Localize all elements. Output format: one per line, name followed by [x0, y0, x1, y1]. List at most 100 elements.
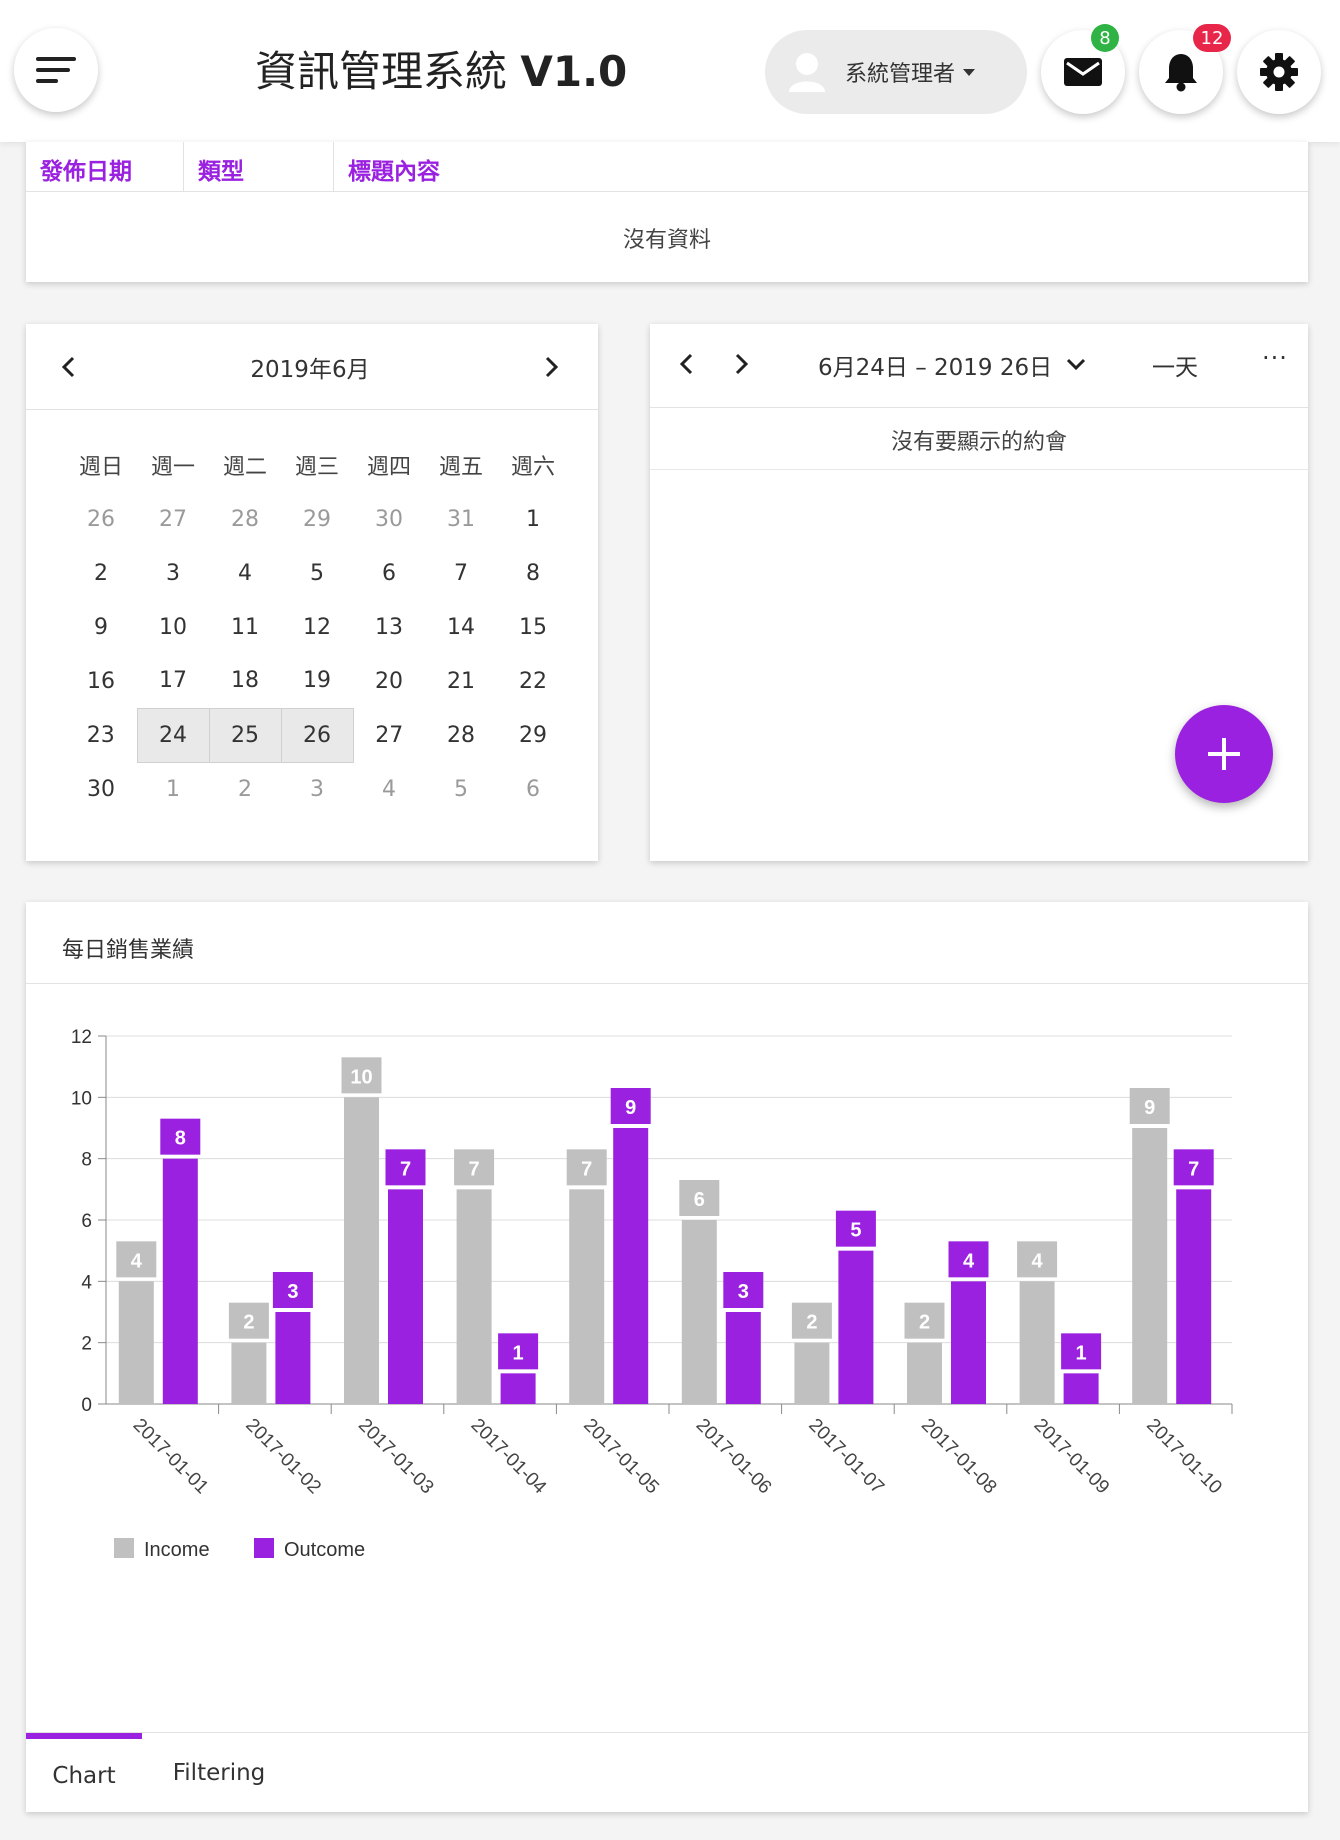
- data-label: 9: [625, 1097, 636, 1119]
- calendar-day[interactable]: 20: [353, 654, 425, 708]
- data-label: 3: [738, 1281, 749, 1303]
- no-appointments-text: 沒有要顯示的約會: [650, 408, 1308, 470]
- calendar-day[interactable]: 30: [65, 762, 137, 816]
- mail-icon: [1064, 58, 1102, 86]
- outcome-bar: [275, 1312, 311, 1404]
- calendar-day[interactable]: 27: [137, 492, 209, 546]
- outcome-bar: [951, 1281, 986, 1404]
- outcome-bar: [162, 1158, 198, 1404]
- more-options-button[interactable]: ···: [1262, 344, 1288, 372]
- calendar-day[interactable]: 21: [425, 654, 497, 708]
- calendar-day[interactable]: 2: [65, 546, 137, 600]
- calendar-day[interactable]: 8: [497, 546, 569, 600]
- calendar-day[interactable]: 4: [353, 762, 425, 816]
- calendar-day[interactable]: 27: [353, 708, 425, 762]
- calendar-day[interactable]: 29: [281, 492, 353, 546]
- calendar-day[interactable]: 14: [425, 600, 497, 654]
- prev-month-button[interactable]: [60, 355, 76, 379]
- data-label: 1: [1076, 1342, 1087, 1364]
- mail-button[interactable]: 8: [1041, 24, 1125, 114]
- tab-chart[interactable]: Chart: [26, 1733, 142, 1813]
- calendar-day[interactable]: 16: [65, 654, 137, 708]
- calendar-title[interactable]: 2019年6月: [250, 350, 369, 384]
- user-menu[interactable]: 系統管理者: [765, 30, 1027, 114]
- next-month-button[interactable]: [544, 355, 560, 379]
- calendar-day[interactable]: 1: [497, 492, 569, 546]
- calendar-day[interactable]: 31: [425, 492, 497, 546]
- weekday-row: 週日 週一 週二 週三 週四 週五 週六: [65, 438, 569, 492]
- calendar-day[interactable]: 7: [425, 546, 497, 600]
- calendar-day[interactable]: 23: [65, 708, 137, 762]
- legend-label: Outcome: [284, 1539, 365, 1561]
- x-tick-label: 2017-01-09: [1030, 1415, 1114, 1499]
- calendar-day[interactable]: 19: [281, 654, 353, 708]
- calendar-day[interactable]: 15: [497, 600, 569, 654]
- calendar-day[interactable]: 10: [137, 600, 209, 654]
- data-label: 4: [131, 1250, 143, 1272]
- calendar-day[interactable]: 9: [65, 600, 137, 654]
- calendar-day[interactable]: 26: [65, 492, 137, 546]
- outcome-bar: [1063, 1373, 1099, 1404]
- data-label: 7: [469, 1158, 480, 1180]
- calendar-day[interactable]: 6: [353, 546, 425, 600]
- weekday-label: 週二: [222, 455, 267, 480]
- income-bar: [1019, 1281, 1055, 1404]
- y-tick-label: 2: [81, 1334, 92, 1355]
- calendar-day[interactable]: 28: [425, 708, 497, 762]
- user-name: 系統管理者: [845, 62, 956, 87]
- calendar-day[interactable]: 5: [281, 546, 353, 600]
- tab-filtering[interactable]: Filtering: [164, 1733, 274, 1813]
- calendar-day[interactable]: 11: [209, 600, 281, 654]
- x-tick-label: 2017-01-01: [129, 1415, 213, 1499]
- calendar-day[interactable]: 3: [137, 546, 209, 600]
- calendar-day[interactable]: 3: [281, 762, 353, 816]
- calendar-day[interactable]: 5: [425, 762, 497, 816]
- calendar-day[interactable]: 22: [497, 654, 569, 708]
- x-tick-label: 2017-01-05: [579, 1415, 663, 1499]
- calendar-day[interactable]: 13: [353, 600, 425, 654]
- calendar-day[interactable]: 12: [281, 600, 353, 654]
- data-label: 7: [581, 1158, 592, 1180]
- column-title[interactable]: 標題內容: [334, 142, 1308, 191]
- calendar-day[interactable]: 24: [136, 707, 210, 763]
- data-label: 1: [513, 1342, 524, 1364]
- calendar-day[interactable]: 26: [280, 707, 354, 763]
- sales-chart-card: 每日銷售業績 0 2 4 6 8 10 12 4 8 2017-01-01 2 3 2017-01-02…: [26, 902, 1308, 1812]
- x-tick-label: 2017-01-07: [804, 1415, 888, 1499]
- calendar-day[interactable]: 25: [208, 707, 282, 763]
- scheduler-prev-button[interactable]: [678, 352, 694, 376]
- calendar-day[interactable]: 17: [137, 654, 209, 708]
- weekday-label: 週一: [150, 455, 195, 480]
- data-label: 5: [850, 1220, 861, 1242]
- data-label: 3: [287, 1281, 298, 1303]
- calendar-day[interactable]: 4: [209, 546, 281, 600]
- user-avatar-icon: [789, 53, 825, 92]
- outcome-bar: [838, 1250, 874, 1404]
- calendar-day[interactable]: 28: [209, 492, 281, 546]
- calendar-day[interactable]: 1: [137, 762, 209, 816]
- data-label: 8: [175, 1128, 186, 1150]
- news-empty-text: 沒有資料: [622, 228, 711, 253]
- settings-button[interactable]: [1237, 30, 1321, 114]
- menu-button[interactable]: [14, 28, 98, 112]
- income-bar: [907, 1342, 942, 1404]
- mail-count-badge: 8: [1091, 24, 1119, 52]
- weekday-label: 週三: [294, 455, 339, 480]
- calendar-day[interactable]: 29: [497, 708, 569, 762]
- calendar-week-row: 16 17 18 19 20 21 22: [65, 654, 569, 708]
- calendar-day[interactable]: 6: [497, 762, 569, 816]
- column-publish-date[interactable]: 發佈日期: [26, 142, 184, 191]
- outcome-bar: [500, 1373, 536, 1404]
- scheduler-next-button[interactable]: [734, 352, 750, 376]
- date-range-picker[interactable]: 6月24日 – 2019 26日: [818, 348, 1086, 382]
- column-type[interactable]: 類型: [184, 142, 334, 191]
- notification-button[interactable]: 12: [1139, 24, 1231, 114]
- income-bar: [794, 1342, 830, 1404]
- view-switcher[interactable]: 一天: [1152, 348, 1198, 382]
- calendar-day[interactable]: 30: [353, 492, 425, 546]
- x-tick-label: 2017-01-08: [917, 1415, 1001, 1499]
- calendar-day[interactable]: 2: [209, 762, 281, 816]
- calendar-day[interactable]: 18: [209, 654, 281, 708]
- add-appointment-button[interactable]: [1175, 705, 1273, 803]
- legend-outcome-swatch: [254, 1538, 274, 1558]
